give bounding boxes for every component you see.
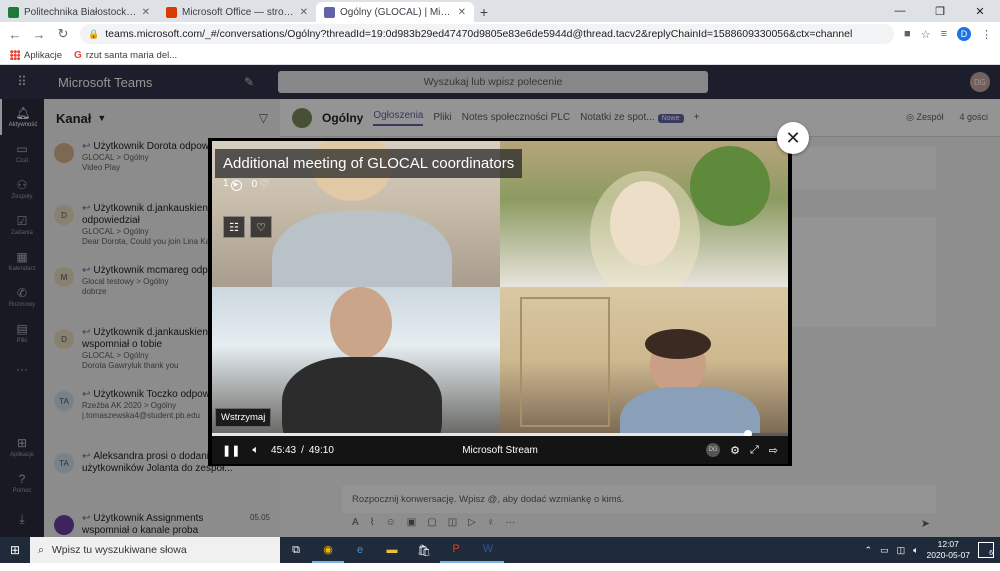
store-icon[interactable]: 🛍︎: [408, 537, 440, 563]
share-icon[interactable]: ⇨: [769, 444, 778, 457]
tab-favicon-icon: [8, 6, 19, 18]
battery-icon[interactable]: ▭: [880, 545, 889, 556]
apps-grid-icon: [10, 50, 20, 60]
time-separator: /: [301, 444, 304, 456]
like-button[interactable]: ♡: [250, 216, 272, 238]
reload-icon[interactable]: ↻: [56, 26, 70, 42]
browser-tab[interactable]: Ogólny (GLOCAL) | Microsoft Teams ✕: [316, 2, 474, 22]
window-controls: — ❐ ✕: [880, 0, 1000, 22]
volume-icon[interactable]: 🔈︎: [252, 444, 259, 457]
system-tray: ⌃ ▭ ◫ 🔈︎ 12:07 2020-05-07 6: [865, 539, 1000, 561]
star-icon[interactable]: ☆: [921, 28, 931, 41]
tab-close-icon[interactable]: ✕: [458, 7, 466, 18]
volume-tray-icon[interactable]: 🔈︎: [913, 545, 918, 556]
play-count-icon: ▶: [230, 180, 242, 191]
profile-avatar[interactable]: D: [957, 27, 971, 41]
settings-icon[interactable]: ⚙: [730, 444, 740, 457]
new-tab-button[interactable]: +: [474, 2, 494, 22]
address-toolbar: ← → ↻ 🔒 teams.microsoft.com/_#/conversat…: [0, 22, 1000, 46]
media-icon[interactable]: ≡: [941, 28, 947, 40]
close-player-button[interactable]: ✕: [777, 122, 809, 154]
edge-icon[interactable]: e: [344, 537, 376, 563]
add-to-list-icon[interactable]: ☷: [223, 216, 245, 238]
tab-label: Politechnika Białostocka - Pozost: [24, 6, 137, 18]
network-icon[interactable]: ◫: [897, 545, 906, 556]
browser-tabbar: Politechnika Białostocka - Pozost✕Micros…: [0, 0, 1000, 22]
video-player[interactable]: Additional meeting of GLOCAL coordinator…: [208, 138, 792, 466]
bookmark-apps[interactable]: Aplikacje: [10, 50, 62, 61]
windows-start-icon[interactable]: ⊞: [0, 543, 30, 557]
task-view-icon[interactable]: ⧉: [280, 537, 312, 563]
view-count: 1: [223, 178, 229, 189]
back-icon[interactable]: ←: [8, 27, 22, 42]
file-explorer-icon[interactable]: ▬: [376, 537, 408, 563]
chevron-up-icon[interactable]: ⌃: [865, 545, 873, 556]
pause-button[interactable]: ❚❚: [222, 444, 240, 457]
url-text: teams.microsoft.com/_#/conversations/Ogó…: [105, 28, 853, 40]
browser-tab[interactable]: Microsoft Office — strona główn ✕: [158, 2, 316, 22]
duration: 49:10: [308, 444, 334, 456]
tab-label: Microsoft Office — strona główn: [182, 6, 295, 18]
forward-icon[interactable]: →: [32, 27, 46, 42]
chrome-icon[interactable]: ◉: [312, 537, 344, 563]
search-icon: ⌕: [38, 543, 44, 556]
maximize-button[interactable]: ❐: [920, 0, 960, 22]
word-icon[interactable]: W: [472, 537, 504, 563]
like-count: 0: [251, 179, 258, 190]
camera-icon[interactable]: ■: [904, 28, 911, 40]
clock[interactable]: 12:07 2020-05-07: [927, 539, 970, 561]
browser-tab[interactable]: Politechnika Białostocka - Pozost ✕: [0, 2, 158, 22]
current-time: 45:43: [271, 444, 297, 456]
windows-taskbar: ⊞ ⌕ Wpisz tu wyszukiwane słowa ⧉ ◉ e ▬ 🛍…: [0, 537, 1000, 563]
video-tile: [500, 287, 788, 433]
fullscreen-icon[interactable]: ⤢: [750, 444, 759, 457]
minimize-button[interactable]: —: [880, 0, 920, 22]
video-stats: 1 ▶ 0 ♡: [223, 178, 269, 191]
tab-favicon-icon: [166, 6, 177, 18]
url-field[interactable]: 🔒 teams.microsoft.com/_#/conversations/O…: [80, 24, 895, 44]
time-display: 45:43 / 49:10: [271, 445, 334, 456]
lock-icon: 🔒: [88, 28, 100, 39]
powerpoint-icon[interactable]: P: [440, 537, 472, 563]
google-icon: G: [74, 49, 82, 61]
tab-close-icon[interactable]: ✕: [300, 7, 308, 18]
close-window-button[interactable]: ✕: [960, 0, 1000, 22]
heart-icon: ♡: [259, 179, 269, 190]
video-title: Additional meeting of GLOCAL coordinator…: [215, 149, 523, 178]
tab-label: Ogólny (GLOCAL) | Microsoft Teams: [340, 6, 453, 18]
taskbar-search-input[interactable]: ⌕ Wpisz tu wyszukiwane słowa: [30, 537, 280, 563]
bookmark-rzut[interactable]: Grzut santa maria del...: [74, 50, 177, 61]
bookmarks-bar: Aplikacje Grzut santa maria del...: [0, 46, 1000, 65]
tab-favicon-icon: [324, 6, 335, 18]
tab-close-icon[interactable]: ✕: [142, 7, 150, 18]
participant-thumbnail: DG: [706, 443, 721, 457]
pause-tooltip: Wstrzymaj: [215, 408, 272, 427]
menu-icon[interactable]: ⋮: [981, 28, 992, 41]
player-controls: Microsoft Stream ❚❚ 🔈︎ 45:43 / 49:10 DG …: [212, 436, 788, 464]
video-tile: [500, 141, 788, 287]
notification-center-icon[interactable]: 6: [978, 542, 994, 558]
